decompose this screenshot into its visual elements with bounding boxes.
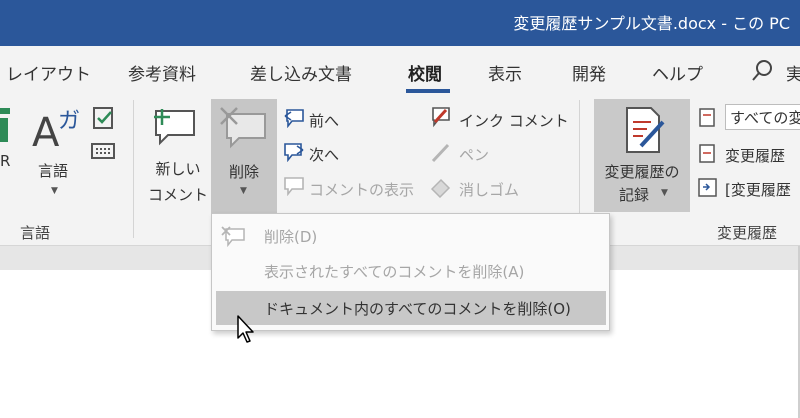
language-dropdown-caret[interactable]: ▼ [51,186,58,196]
delete-button-label: 削除 [228,163,259,181]
title-bar: 変更履歴サンプル文書.docx - この PC [0,0,800,46]
window-title: 変更履歴サンプル文書.docx - この PC [513,14,790,33]
accessibility-check-icon[interactable] [91,106,117,132]
eraser-label: 消しゴム [459,181,520,199]
menu-item-delete-shown-label: 表示されたすべてのコメントを削除(A) [264,263,525,281]
tab-help[interactable]: ヘルプ [652,60,703,85]
tab-references[interactable]: 参考資料 [128,60,196,85]
markup-display-icon [699,108,715,127]
tab-layout[interactable]: レイアウト [6,60,91,85]
tracking-group-label: 変更履歴 [717,224,778,242]
svg-text:ガ: ガ [58,109,80,134]
delete-dropdown-caret: ▼ [240,186,247,196]
language-icon[interactable]: A ガ [32,104,82,150]
tab-mailings[interactable]: 差し込み文書 [250,60,352,85]
tab-review[interactable]: 校閲 [408,60,442,85]
new-comment-label-1[interactable]: 新しい [150,158,206,179]
search-icon[interactable] [751,58,775,82]
menu-item-delete-all-label: ドキュメント内のすべてのコメントを削除(O) [264,300,571,318]
track-changes-label-2: 記録 [619,186,650,204]
active-tab-indicator [406,89,450,93]
track-changes-dropdown-caret[interactable]: ▼ [661,188,668,198]
group-separator [133,100,134,238]
tab-view[interactable]: 表示 [488,60,522,85]
show-markup-icon[interactable] [697,143,719,165]
reviewing-pane-label[interactable]: [変更履歴 [725,179,791,200]
translate-label-partial: R [0,152,11,170]
menu-item-delete-label: 削除(D) [264,228,318,246]
next-comment-label[interactable]: 次へ [309,144,339,165]
show-markup-label[interactable]: 変更履歴 [725,145,785,166]
language-group-label: 言語 [20,224,51,242]
delete-comment-small-icon [221,226,245,247]
language-button-label[interactable]: 言語 [38,160,68,181]
new-comment-icon[interactable] [150,105,198,147]
menu-item-delete: 削除(D) [216,219,606,253]
show-comments-icon [284,177,304,196]
pen-label: ペン [459,146,490,164]
ink-comment-icon[interactable] [429,106,453,128]
reviewing-pane-icon[interactable] [697,177,719,199]
previous-comment-label[interactable]: 前へ [309,110,339,131]
tab-cutoff-text: 実 [786,65,800,85]
eraser-icon [430,178,451,198]
menu-item-delete-shown: 表示されたすべてのコメントを削除(A) [216,254,606,288]
tab-developer[interactable]: 開発 [572,60,606,85]
next-comment-icon[interactable] [283,142,305,162]
keyboard-icon[interactable] [91,142,117,160]
pen-icon [431,143,450,163]
menu-item-delete-all[interactable]: ドキュメント内のすべてのコメントを削除(O) [216,291,606,325]
show-comments-label: コメントの表示 [309,181,415,199]
track-changes-label-1: 変更履歴の [604,163,680,181]
track-changes-icon [626,107,665,153]
previous-comment-icon[interactable] [283,108,305,128]
markup-select[interactable]: すべての変 [725,104,800,130]
svg-text:A: A [32,110,60,150]
delete-dropdown-menu: 削除(D) 表示されたすべてのコメントを削除(A) ドキュメント内のすべてのコメ… [211,213,610,331]
delete-comment-icon [220,107,266,149]
mouse-cursor-icon [237,315,254,343]
new-comment-label-2[interactable]: コメント [146,184,210,205]
ink-comment-label[interactable]: インク コメント [459,110,569,131]
translate-icon[interactable] [0,106,14,146]
